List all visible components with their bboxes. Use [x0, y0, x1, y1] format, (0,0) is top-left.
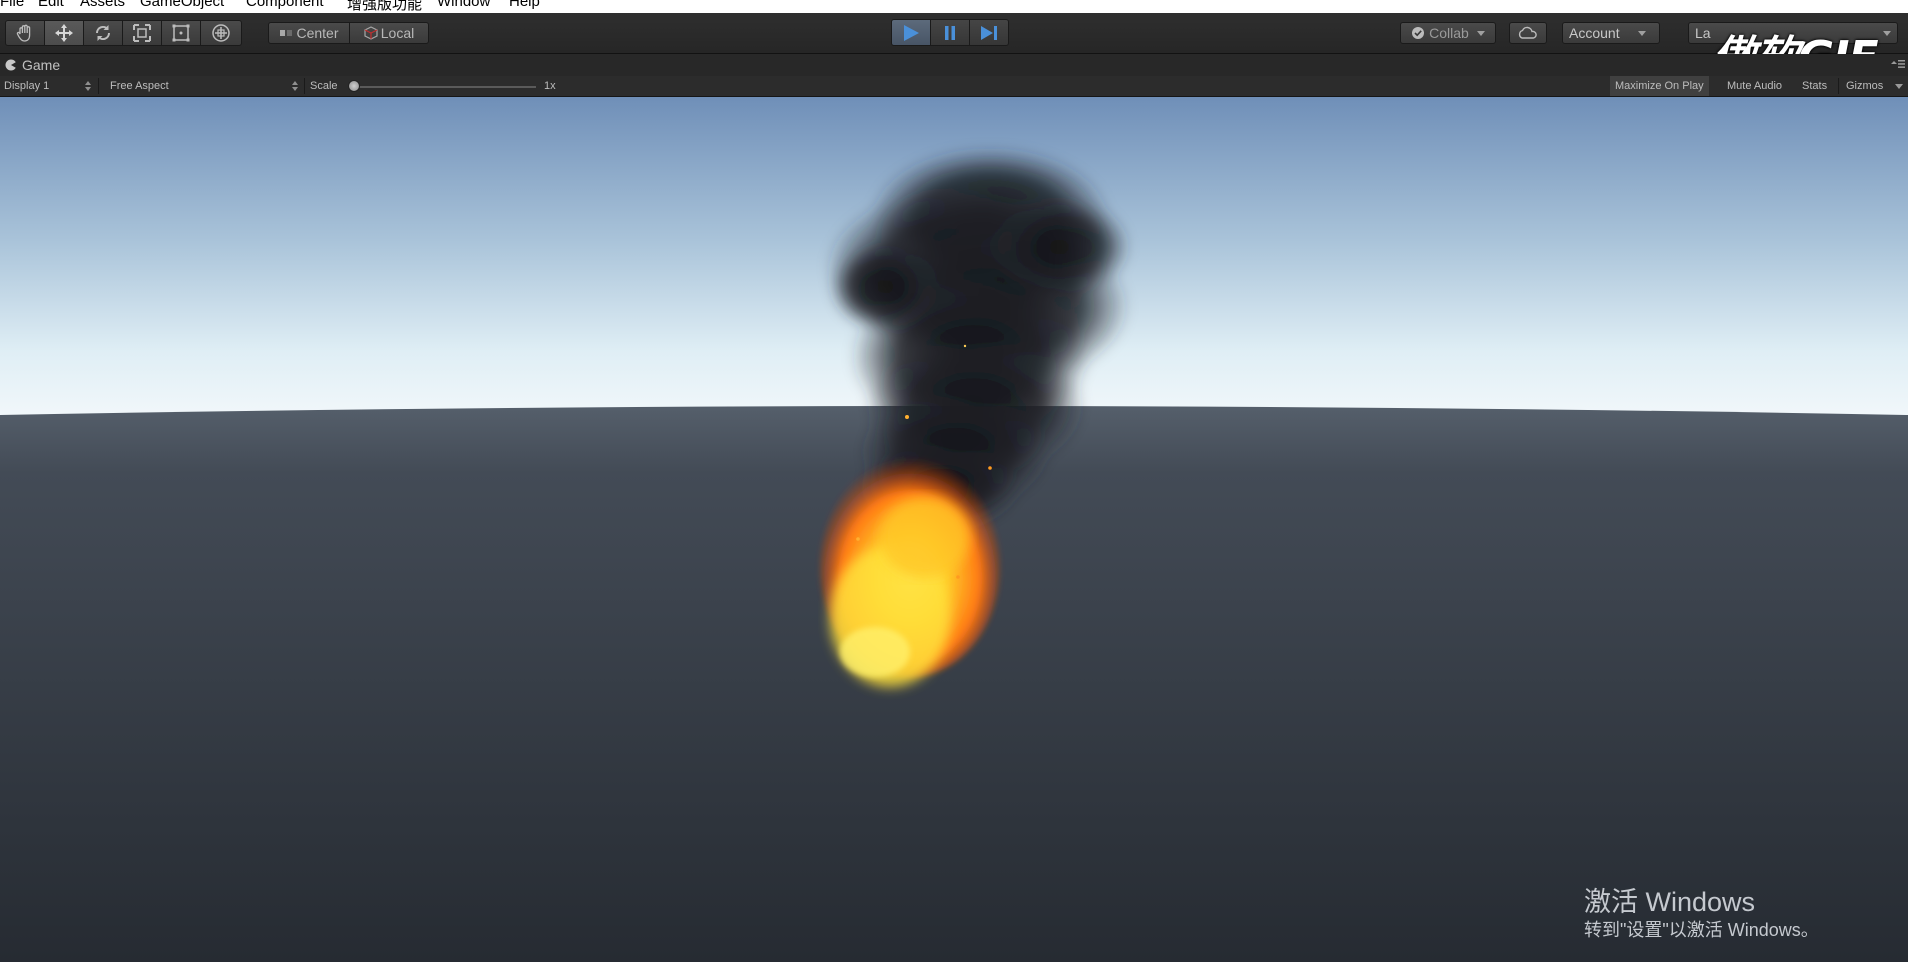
tab-game[interactable]: Game [0, 54, 80, 76]
unity-editor-window: File Edit Assets GameObject Component 增强… [0, 0, 1908, 962]
scale-slider-handle[interactable] [348, 80, 360, 92]
menu-enhanced[interactable]: 增强版功能 [347, 0, 422, 13]
pause-icon [945, 25, 955, 40]
gizmos-label: Gizmos [1846, 80, 1884, 92]
updown-arrows-icon [85, 81, 91, 91]
rotate-tool-button[interactable] [83, 20, 123, 46]
stats-toggle[interactable]: Stats [1798, 76, 1831, 96]
chevron-down-icon [1637, 30, 1646, 36]
maximize-on-play-toggle[interactable]: Maximize On Play [1610, 76, 1709, 96]
stats-label: Stats [1802, 80, 1828, 92]
gizmos-dropdown[interactable]: Gizmos [1842, 76, 1887, 96]
updown-arrows-icon [292, 81, 298, 91]
menu-component[interactable]: Component [246, 0, 324, 10]
aspect-label: Free Aspect [110, 80, 169, 92]
pivot-center-label: Center [296, 25, 339, 41]
divider [1838, 78, 1839, 94]
pause-button[interactable] [930, 19, 970, 46]
game-view-controls: Display 1 Free Aspect Scale 1x Maximize … [0, 76, 1908, 97]
collab-dropdown[interactable]: Collab [1400, 22, 1496, 44]
divider [304, 78, 305, 94]
rotate-icon [95, 25, 111, 41]
game-scene [0, 97, 1908, 962]
main-toolbar: Center Local Collab Account La [0, 13, 1908, 83]
account-label: Account [1569, 25, 1620, 41]
rect-icon [172, 24, 190, 42]
game-tab-bar: Game [0, 54, 1908, 76]
cloud-button[interactable] [1509, 22, 1547, 44]
local-space-icon [364, 26, 378, 40]
menu-assets[interactable]: Assets [80, 0, 125, 10]
windows-activation-notice: 激活 Windows 转到"设置"以激活 Windows。 [1584, 886, 1819, 942]
transform-tool-button[interactable] [200, 20, 242, 46]
menu-bar: File Edit Assets GameObject Component 增强… [0, 0, 1908, 13]
layers-label: La [1695, 25, 1711, 41]
pivot-center-icon [280, 30, 293, 36]
step-button[interactable] [969, 19, 1009, 46]
menu-edit[interactable]: Edit [38, 0, 64, 10]
maximize-on-play-label: Maximize On Play [1615, 80, 1704, 92]
scale-value: 1x [544, 80, 556, 92]
pivot-center-button[interactable]: Center [268, 22, 350, 44]
play-button[interactable] [891, 19, 931, 46]
mute-audio-toggle[interactable]: Mute Audio [1723, 76, 1786, 96]
scale-label: Scale [310, 80, 338, 92]
display-label: Display 1 [4, 80, 50, 92]
divider [98, 78, 99, 94]
chevron-down-icon [1476, 30, 1485, 36]
chevron-down-icon [1883, 31, 1891, 36]
tab-options-icon[interactable] [1890, 58, 1906, 70]
hand-tool-button[interactable] [5, 20, 45, 46]
menu-help[interactable]: Help [509, 0, 540, 10]
pivot-local-label: Local [380, 25, 415, 41]
hand-icon [16, 24, 31, 42]
mute-audio-label: Mute Audio [1727, 80, 1783, 92]
collab-label: Collab [1429, 25, 1469, 41]
rect-tool-button[interactable] [161, 20, 201, 46]
play-icon [904, 24, 919, 41]
game-controller-icon [5, 59, 17, 71]
scale-icon [133, 24, 151, 42]
scale-slider-track[interactable] [352, 86, 536, 88]
move-tool-button[interactable] [44, 20, 84, 46]
check-circle-icon [1412, 27, 1425, 39]
menu-file[interactable]: File [0, 0, 24, 10]
display-dropdown[interactable]: Display 1 [4, 76, 92, 96]
activation-title: 激活 Windows [1584, 887, 1756, 917]
tab-game-label: Game [22, 57, 61, 73]
account-dropdown[interactable]: Account [1562, 22, 1660, 44]
menu-gameobject[interactable]: GameObject [140, 0, 224, 10]
game-viewport[interactable] [0, 97, 1908, 962]
pivot-local-button[interactable]: Local [349, 22, 429, 44]
move-icon [55, 24, 73, 42]
scale-tool-button[interactable] [122, 20, 162, 46]
menu-window[interactable]: Window [437, 0, 490, 10]
cloud-icon [1518, 26, 1537, 39]
chevron-down-icon [1895, 84, 1903, 89]
aspect-dropdown[interactable]: Free Aspect [110, 76, 300, 96]
step-icon [981, 25, 997, 40]
activation-hint: 转到"设置"以激活 Windows。 [1584, 920, 1819, 940]
transform-icon [212, 24, 230, 42]
